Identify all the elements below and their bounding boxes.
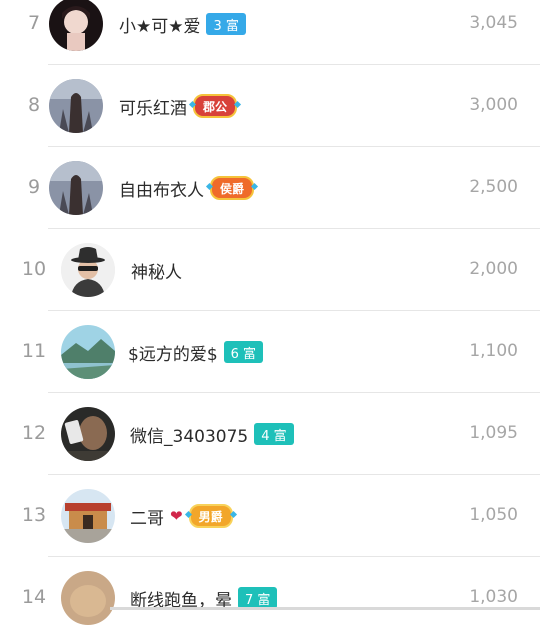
user-name: 神秘人	[131, 262, 182, 283]
rank-number: 11	[21, 340, 47, 362]
score: 1,030	[469, 587, 518, 607]
nobility-badge: 男爵	[188, 504, 233, 528]
avatar[interactable]	[61, 571, 115, 625]
wealth-level-badge: 6 富	[223, 341, 264, 363]
score: 3,045	[469, 13, 518, 33]
list-item[interactable]: 8 可乐红酒 郡公 3,000	[0, 65, 540, 147]
list-item[interactable]: 13 二哥 ❤ 男爵 1,050	[0, 475, 540, 557]
score: 1,095	[469, 423, 518, 443]
avatar[interactable]	[49, 161, 103, 215]
avatar[interactable]	[61, 325, 115, 379]
list-item[interactable]: 7 小★可★爱 3 富 3,045	[0, 0, 540, 65]
rank-number: 14	[21, 586, 47, 608]
avatar[interactable]	[49, 0, 103, 51]
list-item[interactable]: 14 断线跑鱼，晕 7 富 1,030	[0, 557, 540, 639]
list-item[interactable]: 9 自由布衣人 侯爵 2,500	[0, 147, 540, 229]
list-item[interactable]: 10 神秘人 2,000	[0, 229, 540, 311]
user-name: 可乐红酒	[119, 98, 187, 119]
avatar[interactable]	[61, 489, 115, 543]
wealth-level-badge: 7 富	[238, 587, 278, 609]
rank-number: 13	[21, 504, 47, 526]
list-item[interactable]: 12 微信_3403075 4 富 1,095	[0, 393, 540, 475]
score: 1,050	[469, 505, 518, 525]
avatar[interactable]	[61, 407, 115, 461]
nobility-badge: 侯爵	[210, 176, 255, 200]
rank-number: 12	[21, 422, 47, 444]
user-name: 二哥	[130, 508, 164, 529]
wealth-level-badge: 4 富	[254, 423, 294, 445]
user-name: 小★可★爱	[119, 16, 201, 37]
score: 2,500	[469, 177, 518, 197]
score: 1,100	[469, 341, 518, 361]
list-item[interactable]: 11 $远方的爱$ 6 富 1,100	[0, 311, 540, 393]
rank-number: 10	[21, 258, 47, 280]
user-name: $远方的爱$	[128, 344, 218, 365]
avatar[interactable]	[49, 79, 103, 133]
score: 3,000	[469, 95, 518, 115]
heart-icon: ❤	[170, 507, 183, 525]
nobility-badge: 郡公	[193, 94, 238, 118]
user-name: 微信_3403075	[130, 426, 249, 447]
wealth-level-badge: 3 富	[206, 13, 246, 35]
user-name: 自由布衣人	[119, 180, 204, 201]
mystery-user-avatar[interactable]	[61, 243, 115, 297]
score: 2,000	[469, 259, 518, 279]
